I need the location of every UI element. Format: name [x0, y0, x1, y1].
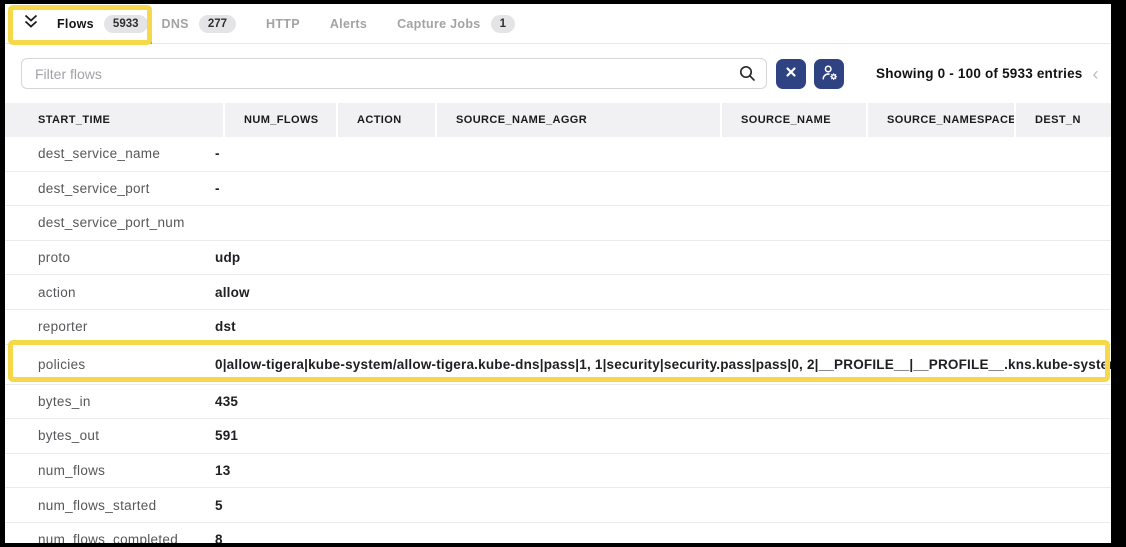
detail-value: 8 [215, 532, 1111, 543]
detail-value: dst [215, 319, 1111, 334]
tab-label: HTTP [266, 17, 300, 31]
screenshot-frame: Flows 5933 DNS 277 HTTP Alerts Capture J… [0, 0, 1126, 547]
detail-row-num-flows: num_flows 13 [5, 454, 1111, 489]
filter-toolbar: Showing 0 - 100 of 5933 entries ‹ [5, 44, 1111, 103]
column-header-num-flows[interactable]: NUM_FLOWS [225, 103, 338, 137]
tab-badge: 5933 [104, 15, 148, 33]
collapse-panel-button[interactable] [21, 14, 41, 34]
detail-row-bytes-in: bytes_in 435 [5, 385, 1111, 420]
detail-key: bytes_in [38, 394, 215, 409]
tab-label: Capture Jobs [397, 17, 480, 31]
tab-label: DNS [162, 17, 189, 31]
tab-flows[interactable]: Flows 5933 [57, 4, 148, 44]
detail-row-reporter: reporter dst [5, 310, 1111, 345]
column-header-action[interactable]: ACTION [338, 103, 437, 137]
user-settings-button[interactable] [814, 59, 844, 89]
double-chevron-down-icon [23, 13, 39, 35]
detail-row-num-flows-completed: num_flows_completed 8 [5, 523, 1111, 543]
flow-logs-panel: Flows 5933 DNS 277 HTTP Alerts Capture J… [5, 4, 1111, 543]
detail-key: proto [38, 250, 215, 265]
tab-bar: Flows 5933 DNS 277 HTTP Alerts Capture J… [5, 4, 1111, 44]
table-header-row: START_TIME NUM_FLOWS ACTION SOURCE_NAME_… [5, 103, 1111, 137]
close-icon [785, 66, 797, 81]
tab-label: Alerts [330, 17, 367, 31]
detail-key: num_flows_completed [38, 532, 215, 543]
detail-row-dest-service-name: dest_service_name - [5, 137, 1111, 172]
clear-filter-button[interactable] [776, 59, 806, 89]
detail-key: policies [38, 357, 215, 372]
detail-value: 13 [215, 463, 1111, 478]
tab-label: Flows [57, 17, 94, 31]
detail-value: 435 [215, 394, 1111, 409]
results-summary: Showing 0 - 100 of 5933 entries [876, 66, 1083, 81]
tab-dns[interactable]: DNS 277 [162, 4, 236, 44]
tab-capture-jobs[interactable]: Capture Jobs 1 [397, 4, 515, 44]
detail-value: 591 [215, 428, 1111, 443]
column-header-source-name-aggr[interactable]: SOURCE_NAME_AGGR [437, 103, 722, 137]
detail-row-policies: policies 0|allow-tigera|kube-system/allo… [5, 345, 1111, 385]
detail-value: 5 [215, 498, 1111, 513]
detail-key: bytes_out [38, 428, 215, 443]
detail-row-bytes-out: bytes_out 591 [5, 419, 1111, 454]
filter-field-wrap [21, 58, 767, 89]
detail-row-dest-service-port-num: dest_service_port_num [5, 206, 1111, 241]
tab-badge: 1 [491, 15, 515, 33]
detail-row-num-flows-started: num_flows_started 5 [5, 488, 1111, 523]
detail-key: dest_service_port [38, 181, 215, 196]
tab-alerts[interactable]: Alerts [330, 4, 367, 44]
detail-value: allow [215, 285, 1111, 300]
search-icon [738, 64, 757, 88]
detail-value: 0|allow-tigera|kube-system/allow-tigera.… [215, 357, 1111, 372]
column-header-source-namespace[interactable]: SOURCE_NAMESPACE [868, 103, 1016, 137]
filter-input[interactable] [21, 58, 767, 89]
flow-detail-rows: dest_service_name - dest_service_port - … [5, 137, 1111, 543]
column-header-source-name[interactable]: SOURCE_NAME [722, 103, 868, 137]
detail-key: num_flows [38, 463, 215, 478]
detail-value: - [215, 181, 1111, 196]
detail-key: dest_service_port_num [38, 215, 215, 230]
detail-key: action [38, 285, 215, 300]
detail-row-action: action allow [5, 275, 1111, 310]
tab-http[interactable]: HTTP [266, 4, 300, 44]
detail-value: - [215, 146, 1111, 161]
tab-badge: 277 [199, 15, 236, 33]
pager-prev-icon[interactable]: ‹ [1093, 65, 1099, 83]
detail-row-dest-service-port: dest_service_port - [5, 172, 1111, 207]
detail-row-proto: proto udp [5, 241, 1111, 276]
detail-key: reporter [38, 319, 215, 334]
column-header-dest-name[interactable]: DEST_N [1016, 103, 1111, 137]
detail-value: udp [215, 250, 1111, 265]
user-gear-icon [820, 63, 839, 85]
detail-key: dest_service_name [38, 146, 215, 161]
detail-key: num_flows_started [38, 498, 215, 513]
column-header-start-time[interactable]: START_TIME [5, 103, 225, 137]
